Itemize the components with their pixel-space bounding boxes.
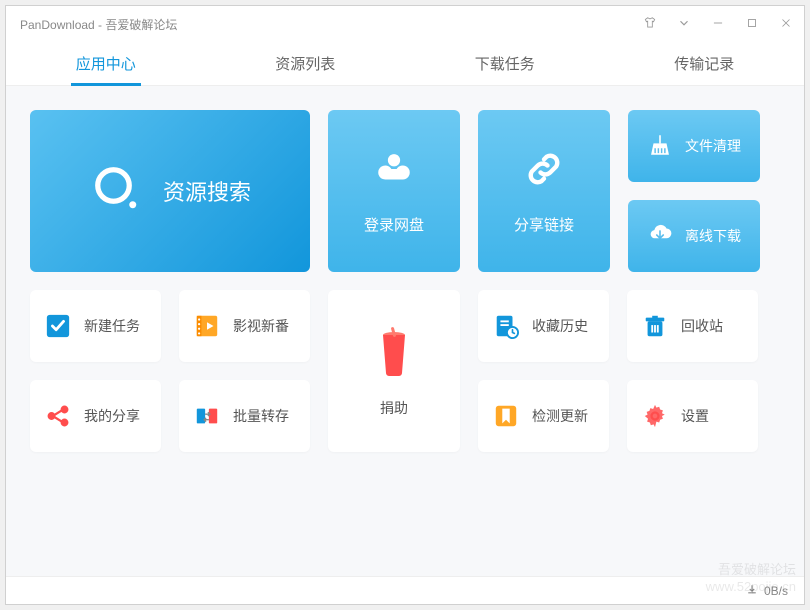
tile-my-share[interactable]: 我的分享 [30, 380, 161, 452]
col-small-cards: 文件清理 离线下载 [628, 110, 760, 272]
minimize-button[interactable] [710, 16, 726, 32]
shirt-icon [643, 16, 657, 33]
card-file-clean[interactable]: 文件清理 [628, 110, 760, 182]
card-resource-search[interactable]: 资源搜索 [30, 110, 310, 272]
tab-label: 资源列表 [275, 53, 335, 74]
card-label: 文件清理 [685, 136, 741, 156]
window-title: PanDownload - 吾爱破解论坛 [20, 16, 642, 33]
transfer-icon [193, 402, 221, 430]
tab-label: 应用中心 [76, 53, 136, 74]
film-icon [193, 312, 221, 340]
content-area: 资源搜索 登录网盘 分享链接 文件清理 [6, 86, 804, 576]
tile-history[interactable]: 收藏历史 [478, 290, 609, 362]
tab-label: 传输记录 [674, 53, 734, 74]
tab-label: 下载任务 [475, 53, 535, 74]
checkbox-icon [44, 312, 72, 340]
cloud-download-icon [647, 222, 673, 251]
dropdown-button[interactable] [676, 16, 692, 32]
download-arrow-icon [746, 583, 758, 598]
titlebar: PanDownload - 吾爱破解论坛 [6, 6, 804, 42]
chevron-down-icon [677, 16, 691, 33]
col-1: 新建任务 我的分享 [30, 290, 161, 452]
row-tiles: 新建任务 我的分享 影视新番 [30, 290, 780, 452]
tile-new-task[interactable]: 新建任务 [30, 290, 161, 362]
col-3: 收藏历史 检测更新 [478, 290, 609, 452]
download-speed: 0B/s [764, 584, 788, 598]
tile-video[interactable]: 影视新番 [179, 290, 310, 362]
tile-batch-save[interactable]: 批量转存 [179, 380, 310, 452]
statusbar: 0B/s [6, 576, 804, 604]
minimize-icon [711, 16, 725, 33]
card-label: 离线下载 [685, 226, 741, 246]
cup-icon [373, 325, 415, 380]
card-label: 资源搜索 [163, 175, 251, 207]
tab-download-tasks[interactable]: 下载任务 [405, 42, 605, 85]
main-tabs: 应用中心 资源列表 下载任务 传输记录 [6, 42, 804, 86]
card-login-pan[interactable]: 登录网盘 [328, 110, 460, 272]
row-primary: 资源搜索 登录网盘 分享链接 文件清理 [30, 110, 780, 272]
close-icon [779, 16, 793, 33]
tab-transfer-log[interactable]: 传输记录 [605, 42, 805, 85]
search-icon [89, 161, 145, 222]
tile-label: 检测更新 [532, 406, 588, 426]
card-share-link[interactable]: 分享链接 [478, 110, 610, 272]
maximize-button[interactable] [744, 16, 760, 32]
close-button[interactable] [778, 16, 794, 32]
col-4: 回收站 设置 [627, 290, 758, 452]
link-icon [523, 148, 565, 194]
titlebar-controls [642, 16, 794, 32]
tile-label: 我的分享 [84, 406, 140, 426]
maximize-icon [745, 16, 759, 33]
tab-resource-list[interactable]: 资源列表 [206, 42, 406, 85]
tile-label: 新建任务 [84, 316, 140, 336]
update-icon [492, 402, 520, 430]
tile-label: 影视新番 [233, 316, 289, 336]
tile-label: 设置 [681, 406, 709, 426]
baidu-cloud-icon [373, 148, 415, 194]
tile-settings[interactable]: 设置 [627, 380, 758, 452]
card-donate[interactable]: 捐助 [328, 290, 460, 452]
broom-icon [647, 132, 673, 161]
card-label: 登录网盘 [364, 214, 424, 235]
gear-icon [641, 402, 669, 430]
tile-recycle[interactable]: 回收站 [627, 290, 758, 362]
card-offline-download[interactable]: 离线下载 [628, 200, 760, 272]
history-icon [492, 312, 520, 340]
theme-button[interactable] [642, 16, 658, 32]
card-label: 分享链接 [514, 214, 574, 235]
card-label: 捐助 [380, 398, 408, 418]
app-window: PanDownload - 吾爱破解论坛 [5, 5, 805, 605]
tab-app-center[interactable]: 应用中心 [6, 42, 206, 85]
tile-label: 回收站 [681, 316, 723, 336]
share-icon [44, 402, 72, 430]
tile-label: 批量转存 [233, 406, 289, 426]
tile-label: 收藏历史 [532, 316, 588, 336]
col-2: 影视新番 批量转存 [179, 290, 310, 452]
trash-icon [641, 312, 669, 340]
tile-check-update[interactable]: 检测更新 [478, 380, 609, 452]
